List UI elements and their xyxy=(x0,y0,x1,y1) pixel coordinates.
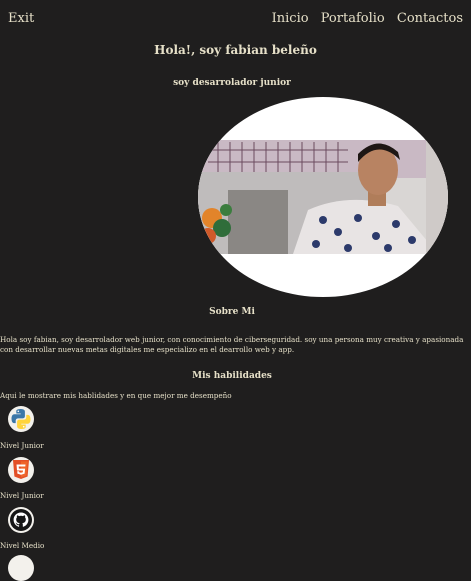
skills-heading: Mis habilidades xyxy=(192,371,272,381)
about-heading: Sobre Mi xyxy=(209,307,255,317)
nav-links: Inicio Portafolio Contactos xyxy=(264,11,463,26)
skill-icon xyxy=(8,555,34,581)
skill-level-github: Nivel Medio xyxy=(0,541,45,550)
page-subtitle: soy desarrolador junior xyxy=(173,78,291,88)
skills-intro: Aqui le mostrare mis hablidades y en que… xyxy=(0,391,232,400)
profile-photo xyxy=(198,97,448,297)
nav-link-inicio[interactable]: Inicio xyxy=(272,11,309,26)
page-title: Hola!, soy fabian beleño xyxy=(154,43,317,57)
github-icon xyxy=(8,507,34,533)
profile-photo-image xyxy=(198,140,448,254)
skill-level-python: Nivel Junior xyxy=(0,441,44,450)
exit-link[interactable]: Exit xyxy=(8,11,34,26)
html5-icon xyxy=(8,457,34,483)
nav-link-contactos[interactable]: Contactos xyxy=(397,11,463,26)
skill-level-html5: Nivel Junior xyxy=(0,491,44,500)
top-navigation: Exit Inicio Portafolio Contactos xyxy=(0,0,471,36)
nav-link-portafolio[interactable]: Portafolio xyxy=(321,11,385,26)
about-text: Hola soy fabian, soy desarrolador web ju… xyxy=(0,335,464,354)
python-icon xyxy=(8,406,34,432)
